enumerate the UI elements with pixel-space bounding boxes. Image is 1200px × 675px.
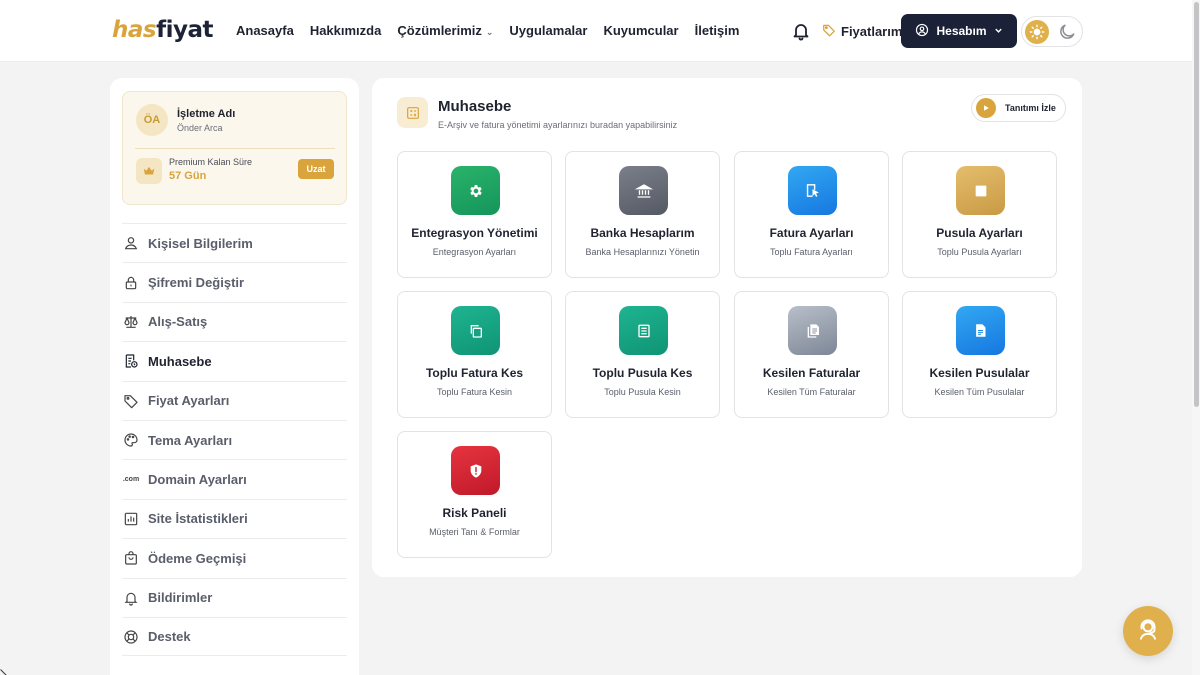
shopping-bag-icon bbox=[122, 549, 140, 567]
sidebar-item-support[interactable]: Destek bbox=[122, 616, 347, 657]
watch-intro-button[interactable]: Tanıtımı İzle bbox=[971, 94, 1066, 122]
tag-icon bbox=[822, 23, 836, 40]
sidebar-item-buy-sell[interactable]: Alış-Satış bbox=[122, 301, 347, 341]
premium-days: 57 Gün bbox=[169, 170, 207, 182]
sun-icon[interactable] bbox=[1025, 20, 1049, 44]
com-icon: .com bbox=[122, 476, 140, 484]
sidebar-item-price-settings[interactable]: Fiyat Ayarları bbox=[122, 380, 347, 420]
lock-icon bbox=[122, 274, 140, 292]
sidebar-menu: Kişisel Bilgilerim Şifremi Değiştir Alış… bbox=[122, 223, 347, 657]
page-title: Muhasebe bbox=[438, 98, 512, 115]
nav-hakkimizda[interactable]: Hakkımızda bbox=[310, 23, 382, 38]
gear-icon bbox=[451, 166, 500, 215]
divider bbox=[135, 148, 335, 149]
support-agent-icon bbox=[1135, 616, 1161, 647]
card-invoice-settings[interactable]: Fatura Ayarları Toplu Fatura Ayarları bbox=[734, 151, 889, 278]
file-text-icon bbox=[956, 306, 1005, 355]
account-sidebar: ÖA İşletme Adı Önder Arca Premium Kalan … bbox=[110, 78, 359, 675]
user-icon bbox=[122, 234, 140, 252]
sidebar-item-theme-settings[interactable]: Tema Ayarları bbox=[122, 419, 347, 459]
top-navigation-bar: hasfiyat Anasayfa Hakkımızda Çözümlerimi… bbox=[0, 0, 1192, 62]
list-document-icon bbox=[619, 306, 668, 355]
owner-name: Önder Arca bbox=[177, 123, 223, 133]
calculator-icon bbox=[397, 97, 428, 128]
moon-icon[interactable] bbox=[1057, 22, 1077, 42]
avatar: ÖA bbox=[136, 104, 168, 136]
account-button[interactable]: Hesabım bbox=[901, 14, 1017, 48]
nav-anasayfa[interactable]: Anasayfa bbox=[236, 23, 294, 38]
page-scrollbar-thumb[interactable] bbox=[1194, 2, 1199, 407]
sidebar-item-change-password[interactable]: Şifremi Değiştir bbox=[122, 262, 347, 301]
card-bulk-invoice[interactable]: Toplu Fatura Kes Toplu Fatura Kesin bbox=[397, 291, 552, 418]
theme-toggle[interactable] bbox=[1021, 16, 1083, 47]
chevron-down-icon bbox=[994, 24, 1003, 38]
sidebar-item-domain-settings[interactable]: .com Domain Ayarları bbox=[122, 459, 347, 498]
document-icon bbox=[788, 306, 837, 355]
main-nav: Anasayfa Hakkımızda Çözümlerimiz ⌄ Uygula… bbox=[236, 23, 739, 38]
prices-link[interactable]: Fiyatlarım bbox=[822, 23, 902, 40]
card-risk-panel[interactable]: Risk Paneli Müşteri Tanı & Formlar bbox=[397, 431, 552, 558]
sidebar-item-accounting[interactable]: Muhasebe bbox=[122, 341, 347, 380]
card-issued-invoices[interactable]: Kesilen Faturalar Kesilen Tüm Faturalar bbox=[734, 291, 889, 418]
invoice-settings-icon bbox=[788, 166, 837, 215]
mouse-cursor bbox=[0, 666, 8, 675]
bar-chart-icon bbox=[122, 510, 140, 528]
sidebar-item-payment-history[interactable]: Ödeme Geçmişi bbox=[122, 538, 347, 577]
bell-icon bbox=[122, 589, 140, 607]
crown-icon bbox=[136, 158, 162, 184]
support-chat-button[interactable] bbox=[1123, 606, 1173, 656]
tag-icon bbox=[122, 392, 140, 410]
sidebar-item-personal-info[interactable]: Kişisel Bilgilerim bbox=[122, 223, 347, 262]
sidebar-item-site-statistics[interactable]: Site İstatistikleri bbox=[122, 498, 347, 538]
receipt-icon bbox=[122, 352, 140, 370]
square-icon bbox=[956, 166, 1005, 215]
card-integration-management[interactable]: Entegrasyon Yönetimi Entegrasyon Ayarlar… bbox=[397, 151, 552, 278]
extend-button[interactable]: Uzat bbox=[298, 159, 334, 179]
bank-icon bbox=[619, 166, 668, 215]
business-name: İşletme Adı bbox=[177, 108, 236, 120]
sidebar-item-notifications[interactable]: Bildirimler bbox=[122, 577, 347, 617]
play-icon bbox=[976, 98, 996, 118]
copy-icon bbox=[451, 306, 500, 355]
hasfiyat-logo[interactable]: hasfiyat bbox=[112, 17, 213, 43]
palette-icon bbox=[122, 431, 140, 449]
card-bank-accounts[interactable]: Banka Hesaplarım Banka Hesaplarınızı Yön… bbox=[565, 151, 720, 278]
scale-icon bbox=[122, 313, 140, 331]
notifications-bell-icon[interactable] bbox=[789, 19, 813, 43]
nav-kuyumcular[interactable]: Kuyumcular bbox=[603, 23, 678, 38]
page-subtitle: E-Arşiv ve fatura yönetimi ayarlarınızı … bbox=[438, 120, 678, 130]
profile-card: ÖA İşletme Adı Önder Arca Premium Kalan … bbox=[122, 91, 347, 205]
card-issued-receipts[interactable]: Kesilen Pusulalar Kesilen Tüm Pusulalar bbox=[902, 291, 1057, 418]
card-receipt-settings[interactable]: Pusula Ayarları Toplu Pusula Ayarları bbox=[902, 151, 1057, 278]
premium-label: Premium Kalan Süre bbox=[169, 157, 253, 167]
card-bulk-receipt[interactable]: Toplu Pusula Kes Toplu Pusula Kesin bbox=[565, 291, 720, 418]
user-circle-icon bbox=[915, 23, 929, 40]
chevron-down-icon: ⌄ bbox=[485, 27, 494, 37]
nav-cozumlerimiz[interactable]: Çözümlerimiz ⌄ bbox=[397, 23, 493, 38]
nav-uygulamalar[interactable]: Uygulamalar bbox=[509, 23, 587, 38]
nav-iletisim[interactable]: İletişim bbox=[695, 23, 740, 38]
accounting-panel: Muhasebe E-Arşiv ve fatura yönetimi ayar… bbox=[372, 78, 1082, 577]
lifebuoy-icon bbox=[122, 628, 140, 646]
shield-alert-icon bbox=[451, 446, 500, 495]
